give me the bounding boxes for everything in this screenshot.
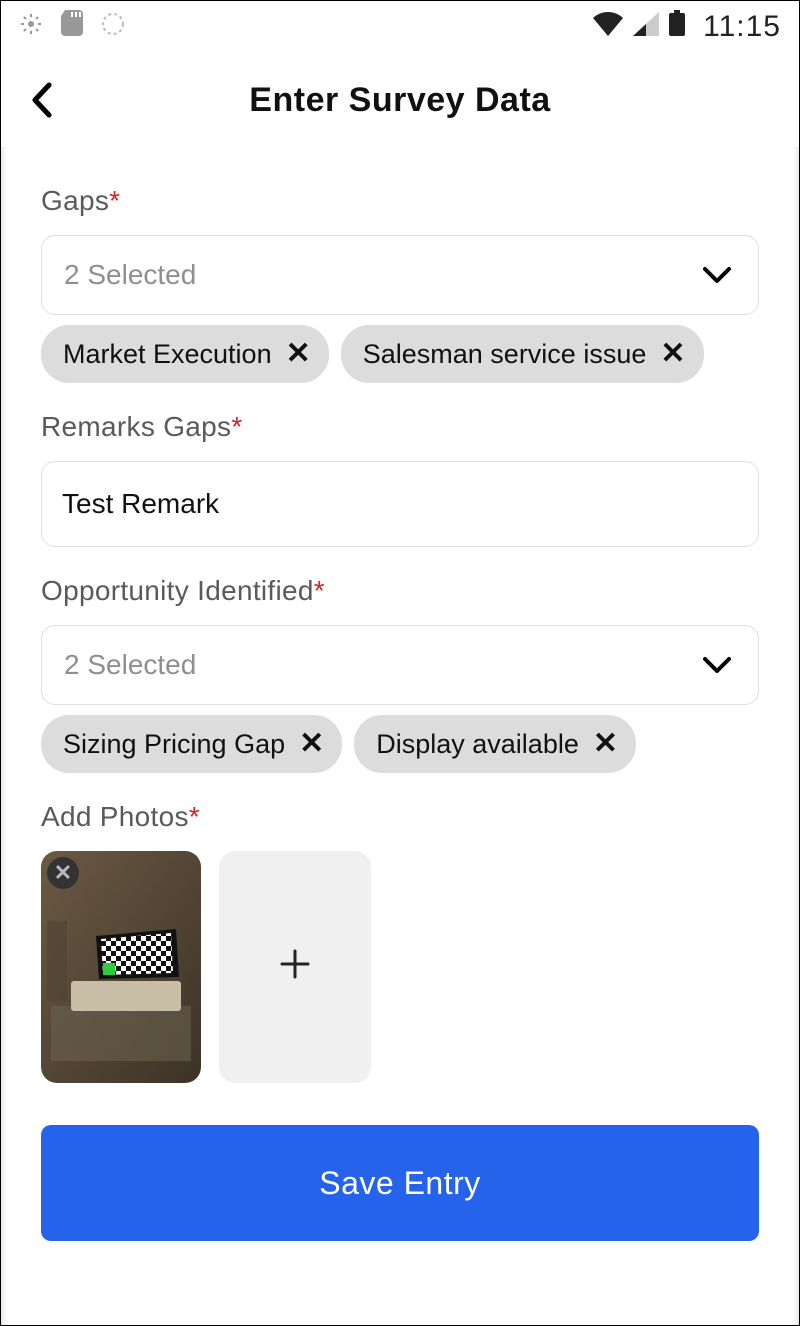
photos-label: Add Photos*: [41, 801, 759, 833]
photos-row: ✕: [41, 851, 759, 1083]
photo-remove-button[interactable]: ✕: [47, 857, 79, 889]
opportunity-selected-text: 2 Selected: [64, 649, 196, 681]
cellular-icon: [633, 10, 659, 44]
gaps-label: Gaps*: [41, 185, 759, 217]
opportunity-chips: Sizing Pricing Gap ✕ Display available ✕: [41, 715, 759, 773]
chip-remove-icon[interactable]: ✕: [660, 339, 685, 369]
save-entry-button[interactable]: Save Entry: [41, 1125, 759, 1241]
remarks-gaps-value: Test Remark: [62, 488, 219, 520]
plus-icon: [278, 943, 312, 991]
chevron-down-icon: [702, 656, 732, 674]
save-label: Save Entry: [319, 1165, 481, 1202]
app-bar: Enter Survey Data: [1, 53, 799, 147]
gaps-chips: Market Execution ✕ Salesman service issu…: [41, 325, 759, 383]
chip-label: Sizing Pricing Gap: [63, 729, 285, 760]
opportunity-chip: Display available ✕: [354, 715, 636, 773]
chip-remove-icon[interactable]: ✕: [299, 729, 324, 759]
gaps-selected-text: 2 Selected: [64, 259, 196, 291]
chevron-down-icon: [702, 266, 732, 284]
wifi-icon: [593, 10, 623, 44]
photo-thumbnail[interactable]: ✕: [41, 851, 201, 1083]
opportunity-chip: Sizing Pricing Gap ✕: [41, 715, 342, 773]
chip-label: Market Execution: [63, 339, 272, 370]
page-title: Enter Survey Data: [1, 81, 799, 120]
opportunity-label: Opportunity Identified*: [41, 575, 759, 607]
battery-icon: [669, 10, 685, 44]
sync-icon: [101, 10, 125, 44]
remarks-gaps-input[interactable]: Test Remark: [41, 461, 759, 547]
remarks-gaps-label: Remarks Gaps*: [41, 411, 759, 443]
location-icon: [19, 10, 43, 44]
form-content: Gaps* 2 Selected Market Execution ✕ Sale…: [1, 147, 799, 1241]
gaps-chip: Market Execution ✕: [41, 325, 329, 383]
gaps-chip: Salesman service issue ✕: [341, 325, 704, 383]
chip-remove-icon[interactable]: ✕: [286, 339, 311, 369]
chip-remove-icon[interactable]: ✕: [593, 729, 618, 759]
status-bar: 11:15: [1, 1, 799, 53]
chip-label: Salesman service issue: [363, 339, 647, 370]
sdcard-icon: [61, 10, 83, 44]
back-button[interactable]: [21, 80, 61, 120]
chip-label: Display available: [376, 729, 579, 760]
clock-text: 11:15: [703, 10, 781, 44]
gaps-select[interactable]: 2 Selected: [41, 235, 759, 315]
opportunity-select[interactable]: 2 Selected: [41, 625, 759, 705]
add-photo-button[interactable]: [219, 851, 371, 1083]
